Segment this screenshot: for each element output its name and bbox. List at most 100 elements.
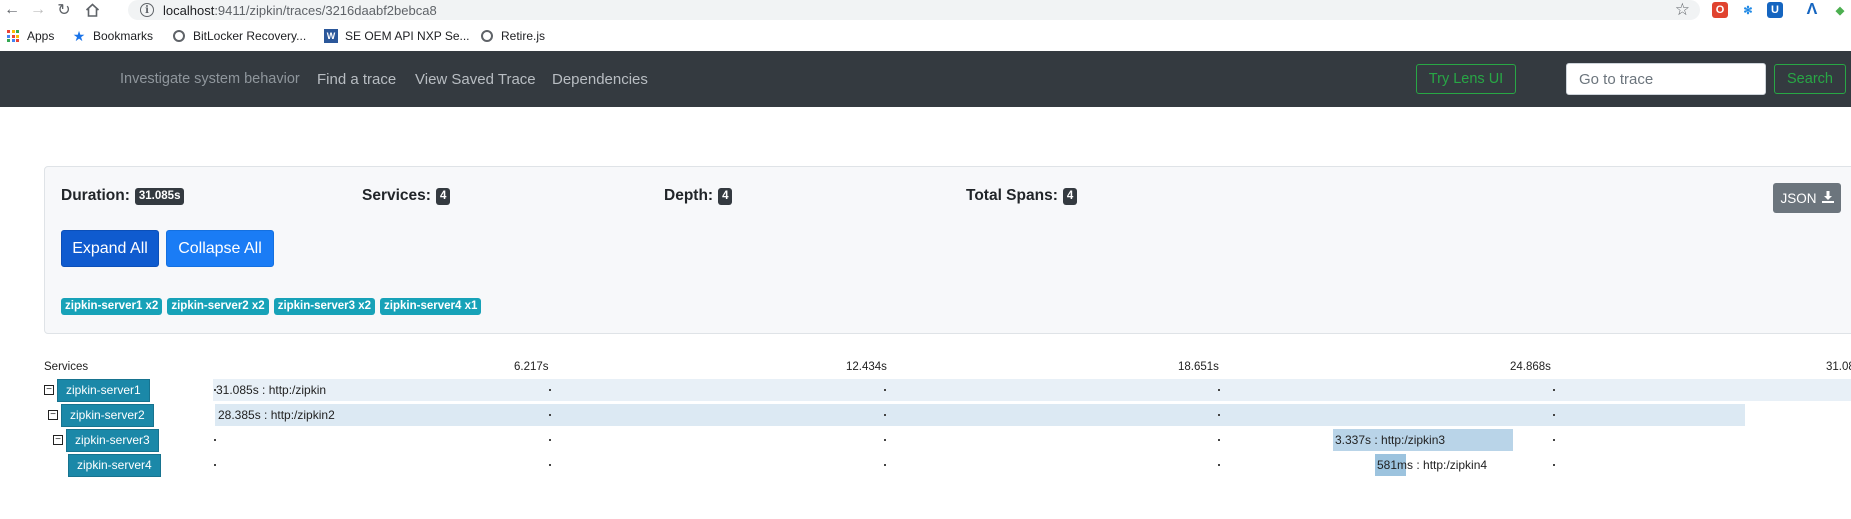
total-spans-label: Total Spans: [966, 187, 1058, 204]
span-bar [215, 404, 1745, 426]
span-row[interactable]: − zipkin-server1 31.085s : http:/zipkin [0, 378, 1851, 402]
tick-marker [214, 439, 216, 441]
url-text: localhost:9411/zipkin/traces/3216daabf2b… [163, 2, 437, 18]
span-row-background [213, 379, 1851, 401]
reload-icon[interactable]: ↻ [54, 0, 74, 20]
forward-icon[interactable]: → [28, 0, 48, 20]
tick-label: 6.217s [514, 361, 549, 373]
service-cell: − zipkin-server2 [48, 403, 154, 427]
bookmark-label: BitLocker Recovery... [193, 29, 307, 43]
span-duration-label: 31.085s : http:/zipkin [216, 383, 327, 397]
bookmark-retirejs[interactable]: Retire.js [480, 25, 545, 47]
app-navbar: Investigate system behavior Find a trace… [0, 51, 1851, 107]
json-label: JSON [1780, 190, 1817, 206]
bookmark-apps[interactable]: Apps [6, 25, 54, 47]
duration-stat: Duration: 31.085s [61, 187, 185, 205]
depth-stat: Depth: 4 [664, 187, 733, 205]
nav-find-trace[interactable]: Find a trace [317, 51, 396, 109]
globe-icon [480, 29, 494, 43]
tick-marker [549, 464, 551, 466]
globe-icon [172, 29, 186, 43]
service-badge-server2[interactable]: zipkin-server2 x2 [167, 298, 269, 315]
span-duration-label: 581ms : http:/zipkin4 [1377, 458, 1488, 472]
tick-marker [1218, 464, 1220, 466]
tick-marker [1553, 414, 1555, 416]
span-row[interactable]: − zipkin-server3 3.337s : http:/zipkin3 [0, 428, 1851, 452]
service-badge-server3[interactable]: zipkin-server3 x2 [273, 298, 376, 315]
depth-badge: 4 [718, 187, 733, 205]
tick-marker [1218, 389, 1220, 391]
span-row[interactable]: zipkin-server4 581ms : http:/zipkin4 [0, 453, 1851, 477]
download-icon [1821, 190, 1834, 206]
tick-marker [1218, 439, 1220, 441]
bookmarks-bar: Apps ★ Bookmarks BitLocker Recovery... W… [0, 25, 1851, 47]
bookmark-label: Retire.js [501, 29, 546, 43]
span-duration-label: 28.385s : http:/zipkin2 [218, 408, 335, 422]
service-name-label[interactable]: zipkin-server1 [57, 378, 150, 402]
bookmark-label: Bookmarks [93, 29, 154, 43]
duration-badge: 31.085s [134, 187, 185, 205]
tick-marker [884, 439, 886, 441]
site-info-icon[interactable]: i [140, 3, 154, 17]
tick-label: 31.08 [1826, 361, 1851, 373]
nav-view-saved-trace[interactable]: View Saved Trace [415, 51, 536, 109]
service-name-label[interactable]: zipkin-server3 [66, 428, 159, 452]
apps-grid-icon [6, 29, 20, 43]
bookmark-label: SE OEM API NXP Se... [345, 29, 470, 43]
back-icon[interactable]: ← [2, 0, 22, 20]
browser-toolbar: ← → ↻ i localhost:9411/zipkin/traces/321… [0, 0, 1851, 21]
search-button[interactable]: Search [1774, 64, 1846, 94]
expand-all-button[interactable]: Expand All [61, 230, 159, 267]
bookmark-star-icon[interactable]: ☆ [1675, 0, 1690, 20]
go-to-trace-input[interactable] [1566, 63, 1766, 95]
service-name-label[interactable]: zipkin-server4 [68, 453, 161, 477]
tick-marker [214, 464, 216, 466]
bookmark-bookmarks[interactable]: ★ Bookmarks [72, 25, 153, 47]
trace-summary-card: Duration: 31.085s Services: 4 Depth: 4 T… [44, 166, 1851, 334]
services-label: Services: [362, 187, 431, 204]
collapse-toggle-icon[interactable]: − [48, 410, 58, 420]
tick-marker [884, 464, 886, 466]
bookmark-se-oem[interactable]: W SE OEM API NXP Se... [324, 25, 470, 47]
duration-label: Duration: [61, 187, 130, 204]
services-column-header: Services [44, 361, 89, 373]
service-badge-server4[interactable]: zipkin-server4 x1 [380, 298, 482, 315]
star-icon: ★ [72, 27, 86, 44]
accessibility-extension-icon[interactable]: ✻ [1740, 2, 1756, 18]
service-cell: − zipkin-server3 [53, 428, 159, 452]
bookmark-bitlocker[interactable]: BitLocker Recovery... [172, 25, 306, 47]
total-spans-stat: Total Spans: 4 [966, 187, 1078, 205]
nav-dependencies[interactable]: Dependencies [552, 51, 648, 109]
address-bar[interactable]: i localhost:9411/zipkin/traces/3216daabf… [128, 0, 1700, 20]
service-badge-server1[interactable]: zipkin-server1 x2 [61, 298, 163, 315]
service-cell: zipkin-server4 [68, 453, 161, 477]
service-badges: zipkin-server1 x2 zipkin-server2 x2 zipk… [61, 298, 482, 315]
tick-marker [549, 389, 551, 391]
collapse-all-button[interactable]: Collapse All [166, 230, 274, 267]
tick-marker [1553, 389, 1555, 391]
extension-icon[interactable]: ◆ [1832, 2, 1848, 18]
tick-marker [549, 439, 551, 441]
brand-tagline: Investigate system behavior [120, 71, 300, 87]
json-download-button[interactable]: JSON [1773, 183, 1841, 213]
shield-extension-icon[interactable]: U [1767, 2, 1783, 18]
timeline-header: Services 6.217s 12.434s 18.651s 24.868s … [0, 361, 1851, 376]
word-doc-icon: W [324, 29, 338, 43]
tick-label: 18.651s [1178, 361, 1219, 373]
tick-marker [884, 389, 886, 391]
azure-extension-icon[interactable]: Λ [1804, 1, 1820, 18]
depth-label: Depth: [664, 187, 714, 204]
span-row[interactable]: − zipkin-server2 28.385s : http:/zipkin2 [0, 403, 1851, 427]
office-extension-icon[interactable]: O [1712, 2, 1728, 18]
tick-marker [1218, 414, 1220, 416]
services-stat: Services: 4 [362, 187, 451, 205]
try-lens-ui-button[interactable]: Try Lens UI [1416, 64, 1516, 94]
home-icon[interactable] [82, 0, 102, 20]
service-name-label[interactable]: zipkin-server2 [61, 403, 154, 427]
tick-marker [884, 414, 886, 416]
total-spans-badge: 4 [1062, 187, 1078, 205]
collapse-toggle-icon[interactable]: − [53, 435, 63, 445]
collapse-toggle-icon[interactable]: − [44, 385, 54, 395]
tick-marker [1553, 439, 1555, 441]
services-badge: 4 [435, 187, 451, 205]
